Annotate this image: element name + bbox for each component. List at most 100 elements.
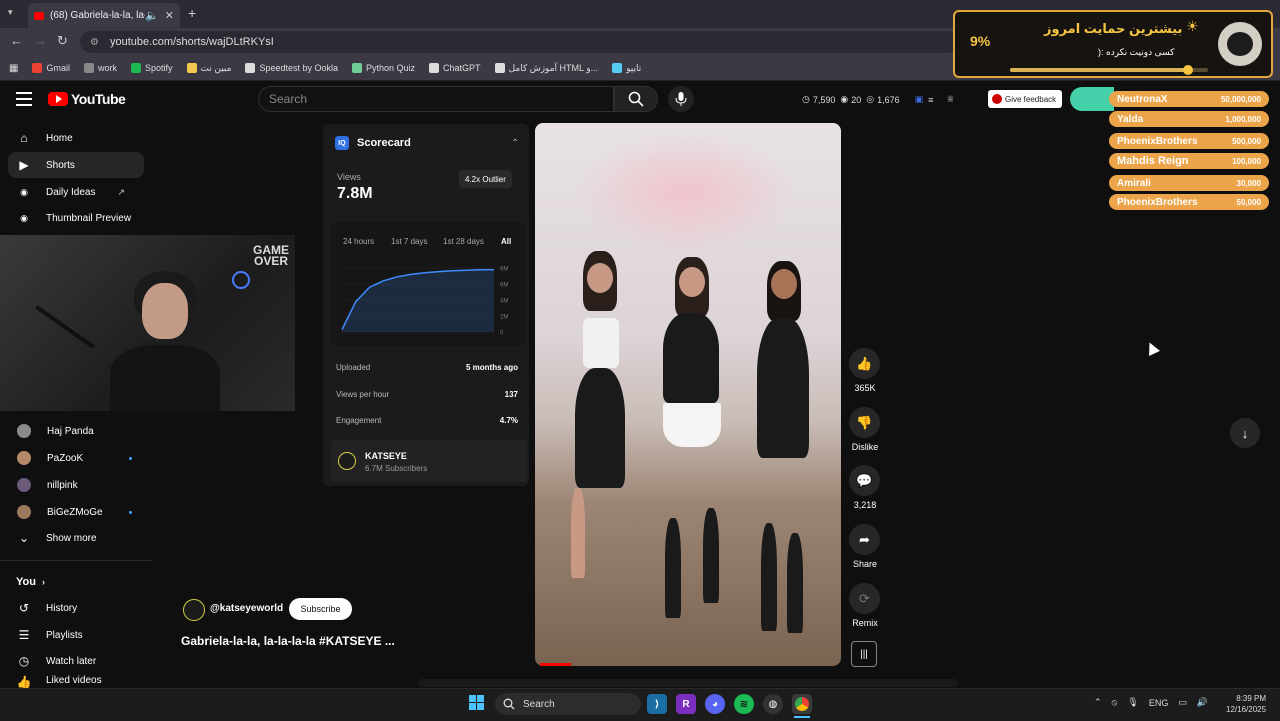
subscription-item[interactable]: BiGeZMoGe	[0, 499, 150, 525]
bookmark-item[interactable]: work	[83, 63, 117, 73]
forward-button[interactable]: →	[34, 33, 47, 48]
visual-studio-code-icon[interactable]: ⟩	[647, 694, 667, 714]
playlists-icon: ☰	[18, 628, 30, 642]
comments-button[interactable]: 💬	[849, 465, 880, 496]
stat-eye: ◉ 20	[840, 94, 862, 105]
share-button[interactable]: ➦	[849, 524, 880, 555]
webcam-overlay: GAME OVER	[0, 235, 295, 411]
channel-card[interactable]	[331, 440, 527, 482]
browser-tab[interactable]: (68) Gabriela-la-la, la-la-la-la 🔈 ✕	[28, 3, 180, 28]
display-icon[interactable]: ▭	[1178, 697, 1187, 708]
subscribe-button[interactable]: Subscribe	[289, 598, 352, 620]
timeframe-all[interactable]: All	[501, 237, 511, 246]
subscription-item[interactable]: Haj Panda	[0, 418, 150, 444]
microphone-icon[interactable]: 🎙	[1127, 697, 1138, 708]
owner-handle[interactable]: @katseyeworld	[210, 603, 283, 614]
mouse-cursor	[1144, 340, 1160, 356]
sidebar-item-history[interactable]: ↺ History	[0, 595, 150, 621]
network-off-icon[interactable]: ⦸	[1112, 697, 1118, 708]
clock[interactable]: 8:39 PM 12/16/2025	[1226, 693, 1266, 715]
chrome-icon[interactable]	[792, 694, 812, 714]
y-tick-label: 6M	[500, 283, 508, 289]
sidebar-item-playlists[interactable]: ☰ Playlists	[0, 622, 150, 648]
subscription-item[interactable]: nillpink	[0, 472, 150, 498]
chevron-up-icon[interactable]: ⌃	[511, 138, 519, 149]
apps-icon[interactable]: ▦	[9, 63, 18, 74]
donation-progress-fill	[1010, 68, 1189, 72]
video-title[interactable]: Gabriela-la-la, la-la-la-la #KATSEYE ...	[181, 634, 395, 648]
discord-icon[interactable]: ◕	[705, 694, 725, 714]
voice-search-button[interactable]	[668, 86, 694, 112]
bookmark-item[interactable]: Spotify	[130, 63, 173, 73]
guide-menu-icon[interactable]	[16, 92, 32, 110]
channel-avatar	[17, 505, 31, 519]
bookmark-item[interactable]: Speedtest by Ookla	[245, 63, 338, 73]
scrollbar[interactable]	[418, 679, 958, 687]
taskbar-search[interactable]: Search	[495, 693, 641, 715]
language-indicator[interactable]: ENG	[1149, 698, 1169, 708]
new-tab-button[interactable]: +	[188, 5, 196, 21]
remix-button[interactable]: ⟳	[849, 583, 880, 614]
like-button[interactable]: 👍	[849, 348, 880, 379]
tab-audio-icon[interactable]: 🔈	[145, 9, 159, 22]
address-bar[interactable]: ⚙ youtube.com/shorts/wajDLtRKYsI	[80, 31, 960, 53]
y-tick-label: 0	[500, 331, 504, 337]
channel-avatar	[17, 478, 31, 492]
search-button[interactable]	[614, 86, 658, 112]
sidebar-item-shorts[interactable]: ▶ Shorts	[8, 152, 144, 178]
spotify-icon[interactable]: ≋	[734, 694, 754, 714]
sidebar-you-header[interactable]: You ›	[0, 569, 150, 595]
views-label: Views	[337, 172, 361, 182]
video-progress-bar[interactable]	[540, 663, 571, 666]
like-count: 365K	[854, 383, 876, 393]
youtube-logo[interactable]: YouTube	[48, 91, 126, 107]
leaderboard-row: PhoenixBrothers 50,000	[1109, 194, 1269, 210]
tab-search-icon[interactable]: ▾	[8, 7, 13, 18]
bookmark-item[interactable]: مبین نت	[186, 63, 231, 74]
vidiq-icon[interactable]: ▣	[915, 94, 924, 105]
github-icon[interactable]: ◍	[763, 694, 783, 714]
donation-percent: 9%	[970, 33, 991, 49]
windows-start-icon[interactable]	[469, 695, 485, 711]
subscription-item[interactable]: PaZooK	[0, 445, 150, 471]
new-content-dot	[129, 456, 132, 460]
list-icon[interactable]: ≡	[928, 95, 933, 105]
bookmark-item[interactable]: تایپو	[612, 63, 641, 74]
youtube-wordmark: YouTube	[71, 91, 126, 107]
show-more-button[interactable]: ⌄ Show more	[0, 525, 150, 551]
dislike-button[interactable]: 👎	[849, 407, 880, 438]
bookmark-item[interactable]: Python Quiz	[352, 63, 415, 73]
sidebar-item-liked-videos[interactable]: 👍 Liked videos	[0, 675, 150, 688]
r-app-icon[interactable]: R	[676, 694, 696, 714]
trophy-icon[interactable]: ♕	[946, 94, 954, 105]
reload-button[interactable]: ↻	[57, 33, 68, 49]
feedback-logo-icon	[992, 94, 1002, 104]
channel-subscribers: 6.7M Subscribers	[365, 464, 428, 473]
site-info-icon[interactable]: ⚙	[90, 37, 102, 48]
sidebar-item-home[interactable]: ⌂ Home	[0, 125, 150, 151]
sound-button[interactable]: |||	[851, 641, 877, 667]
extension-badge[interactable]	[1070, 87, 1114, 111]
bookmark-item[interactable]: ChatGPT	[429, 63, 481, 73]
short-video-player[interactable]	[535, 123, 841, 666]
next-video-button[interactable]: ↓	[1230, 418, 1260, 448]
timeframe-24h[interactable]: 24 hours	[343, 237, 374, 246]
bookmark-item[interactable]: Gmail	[32, 63, 70, 73]
give-feedback-button[interactable]: Give feedback	[988, 90, 1063, 108]
thumbs-down-icon: 👎	[856, 414, 873, 430]
volume-icon[interactable]: 🔊	[1197, 697, 1208, 708]
sidebar-item-thumbnail-preview[interactable]: ◉ Thumbnail Preview	[0, 205, 150, 231]
tab-close-icon[interactable]: ✕	[165, 9, 174, 22]
watch-later-icon: ◷	[18, 654, 30, 668]
timeframe-7d[interactable]: 1st 7 days	[391, 237, 427, 246]
clock-icon: ◷	[802, 94, 810, 104]
chevron-up-icon[interactable]: ⌃	[1094, 697, 1102, 708]
stat-watch: ◎ 1,676	[866, 94, 900, 105]
back-button[interactable]: ←	[10, 33, 23, 48]
search-input[interactable]: Search	[258, 86, 614, 112]
sidebar-item-daily-ideas[interactable]: ◉ Daily Ideas ↗	[0, 179, 150, 205]
bookmark-item[interactable]: آموزش کامل HTML و...	[494, 63, 598, 74]
timeframe-28d[interactable]: 1st 28 days	[443, 237, 484, 246]
sidebar-item-watch-later[interactable]: ◷ Watch later	[0, 648, 150, 674]
owner-avatar[interactable]	[183, 599, 205, 621]
